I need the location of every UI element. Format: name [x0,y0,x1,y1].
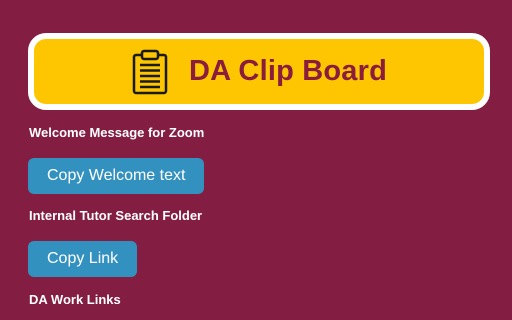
copy-welcome-text-button[interactable]: Copy Welcome text [28,158,205,194]
header-content: DA Clip Board [131,49,387,95]
section-label-tutor-folder: Internal Tutor Search Folder [29,208,203,223]
app-title: DA Clip Board [188,55,388,87]
clipboard-icon [131,49,169,95]
section-label-welcome: Welcome Message for Zoom [29,125,205,140]
section-label-work-links: DA Work Links [29,292,121,307]
copy-link-button[interactable]: Copy Link [28,241,138,277]
header-banner: DA Clip Board [28,33,490,110]
popup-page: DA Clip Board Welcome Message for Zoom C… [0,0,512,320]
